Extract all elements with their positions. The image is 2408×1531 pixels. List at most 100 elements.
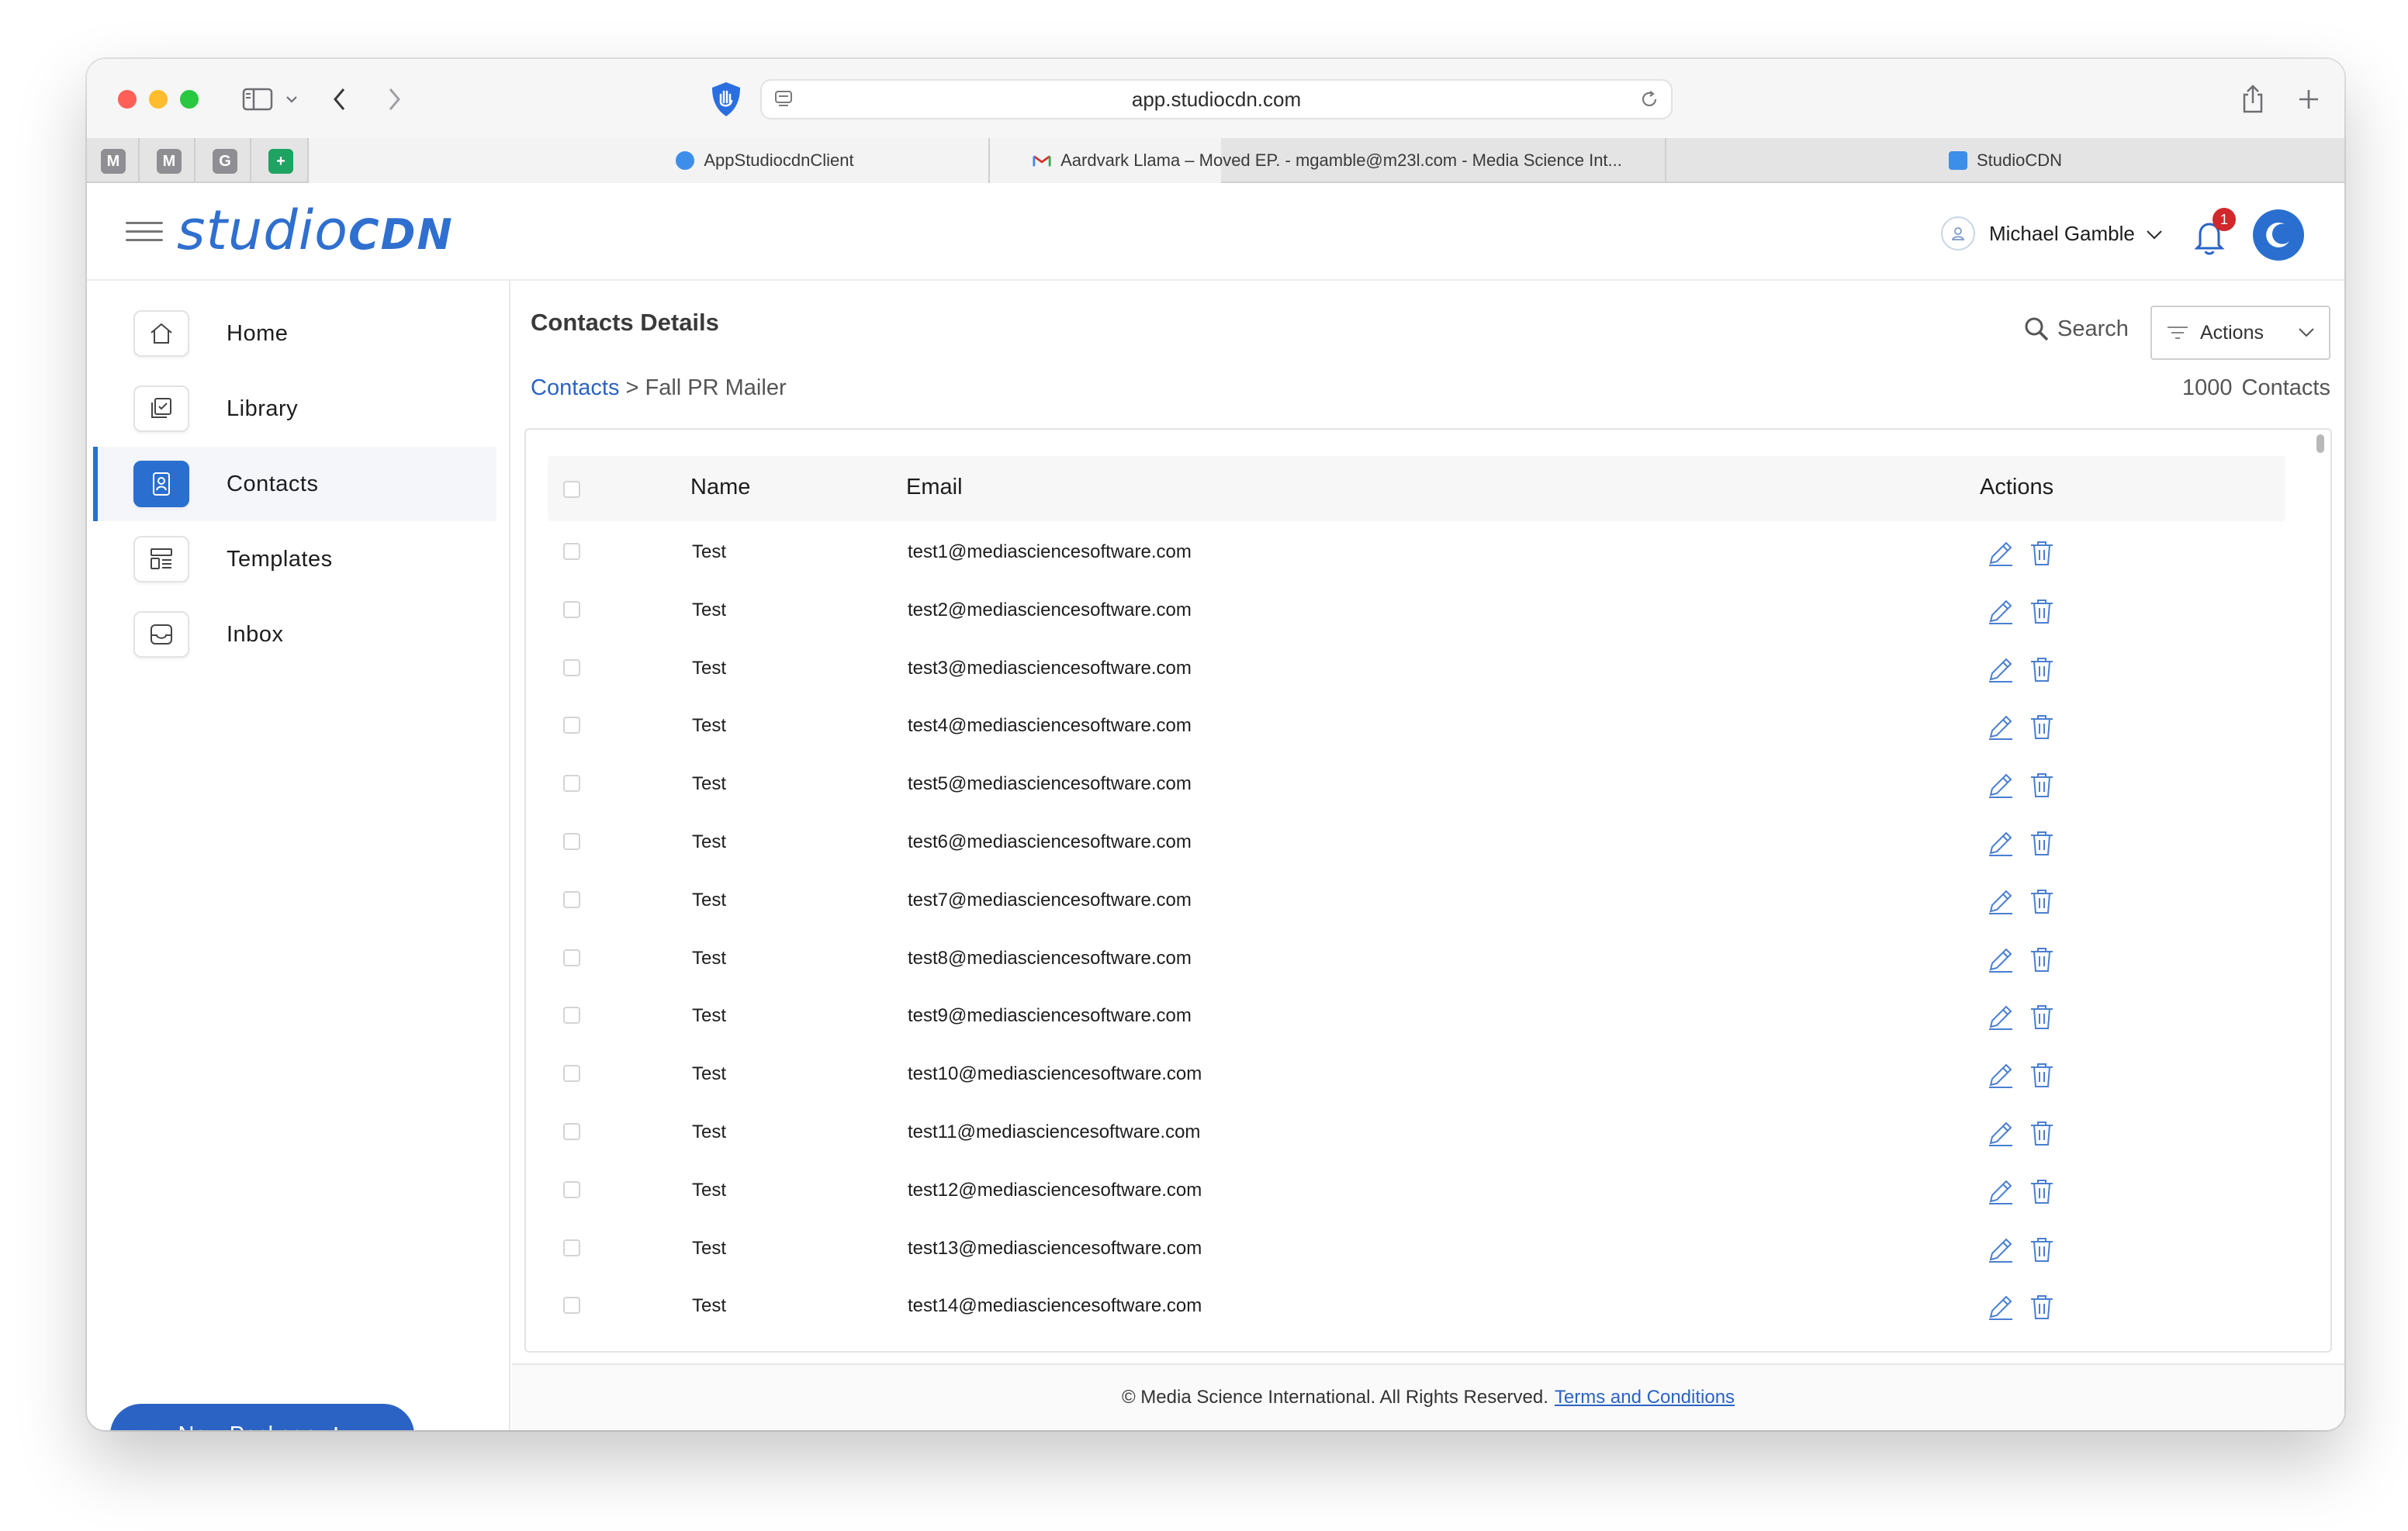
table-row[interactable]: Test test12@mediasciencesoftware.com: [548, 1164, 2285, 1222]
sidebar-item-label: Inbox: [227, 621, 284, 647]
trash-icon[interactable]: [2028, 596, 2056, 630]
trash-icon[interactable]: [2028, 1235, 2056, 1268]
search-button[interactable]: Search: [2023, 313, 2129, 344]
table-row[interactable]: Test test9@mediasciencesoftware.com: [548, 990, 2285, 1047]
trash-icon[interactable]: [2028, 886, 2056, 920]
trash-icon[interactable]: [2028, 712, 2056, 745]
select-all-checkbox[interactable]: [563, 481, 580, 498]
edit-icon[interactable]: [1986, 596, 2015, 630]
studiocdn-logo[interactable]: studio CDN: [177, 199, 454, 262]
edit-icon[interactable]: [1986, 828, 2015, 862]
back-icon[interactable]: [320, 79, 360, 119]
divider: [194, 138, 195, 183]
privacy-shield-icon[interactable]: [706, 79, 746, 119]
row-checkbox[interactable]: [563, 1007, 580, 1025]
edit-icon[interactable]: [1986, 1002, 2015, 1035]
table-row[interactable]: Test test2@mediasciencesoftware.com: [548, 584, 2285, 641]
trash-icon[interactable]: [2028, 538, 2056, 572]
menu-icon[interactable]: [126, 219, 163, 245]
trash-icon[interactable]: [2028, 1118, 2056, 1152]
trash-icon[interactable]: [2028, 1292, 2056, 1325]
table-row[interactable]: Test test4@mediasciencesoftware.com: [548, 700, 2285, 757]
edit-icon[interactable]: [1986, 1060, 2015, 1094]
trash-icon[interactable]: [2028, 1002, 2056, 1035]
row-checkbox[interactable]: [563, 1297, 580, 1315]
pinned-tab[interactable]: G: [213, 149, 237, 174]
row-checkbox[interactable]: [563, 1239, 580, 1256]
edit-icon[interactable]: [1986, 1118, 2015, 1152]
trash-icon[interactable]: [2028, 770, 2056, 804]
table-row[interactable]: Test test14@mediasciencesoftware.com: [548, 1280, 2285, 1337]
table-row[interactable]: Test test8@mediasciencesoftware.com: [548, 932, 2285, 990]
scrollbar-thumb[interactable]: [2316, 434, 2324, 453]
row-actions: [1986, 1292, 2056, 1325]
sidebar-item-templates[interactable]: Templates: [93, 522, 496, 596]
row-checkbox[interactable]: [563, 890, 580, 908]
row-checkbox[interactable]: [563, 717, 580, 734]
terms-link[interactable]: Terms and Conditions: [1555, 1387, 1735, 1408]
new-tab-icon[interactable]: [2289, 79, 2329, 119]
new-package-button[interactable]: New Package: [110, 1404, 414, 1430]
address-bar[interactable]: app.studiocdn.com: [760, 79, 1673, 119]
edit-icon[interactable]: [1986, 655, 2015, 688]
table-row[interactable]: Test test10@mediasciencesoftware.com: [548, 1048, 2285, 1105]
actions-dropdown[interactable]: Actions: [2150, 306, 2330, 360]
edit-icon[interactable]: [1986, 538, 2015, 572]
row-actions: [1986, 828, 2056, 862]
sidebar-item-contacts[interactable]: Contacts: [93, 447, 496, 521]
sidebar-item-inbox[interactable]: Inbox: [93, 597, 496, 672]
table-row[interactable]: Test test3@mediasciencesoftware.com: [548, 642, 2285, 700]
table-row[interactable]: Test test1@mediasciencesoftware.com: [548, 526, 2285, 583]
tab-studiocdn[interactable]: StudioCDN: [1666, 138, 2344, 183]
row-checkbox[interactable]: [563, 1065, 580, 1083]
pinned-tab[interactable]: M: [101, 149, 126, 174]
notifications-button[interactable]: 1: [2192, 208, 2236, 257]
row-actions: [1986, 596, 2056, 630]
share-icon[interactable]: [2233, 79, 2273, 119]
row-checkbox[interactable]: [563, 949, 580, 966]
table-row[interactable]: Test test11@mediasciencesoftware.com: [548, 1106, 2285, 1163]
edit-icon[interactable]: [1986, 712, 2015, 745]
zoom-window-button[interactable]: [180, 90, 199, 109]
close-window-button[interactable]: [118, 90, 137, 109]
row-checkbox[interactable]: [563, 1180, 580, 1198]
trash-icon[interactable]: [2028, 945, 2056, 978]
reload-icon[interactable]: [1638, 88, 1660, 116]
edit-icon[interactable]: [1986, 886, 2015, 920]
divider: [250, 138, 251, 183]
table-row[interactable]: Test test5@mediasciencesoftware.com: [548, 758, 2285, 815]
edit-icon[interactable]: [1986, 1235, 2015, 1268]
row-checkbox[interactable]: [563, 1123, 580, 1140]
user-menu[interactable]: Michael Gamble: [1941, 216, 2163, 251]
theme-toggle-button[interactable]: [2253, 209, 2304, 261]
row-checkbox[interactable]: [563, 833, 580, 850]
trash-icon[interactable]: [2028, 1177, 2056, 1210]
sidebar-toggle-icon[interactable]: [237, 79, 278, 119]
pinned-tab[interactable]: M: [157, 149, 182, 174]
forward-icon[interactable]: [374, 79, 414, 119]
pinned-tab[interactable]: +: [268, 149, 293, 174]
table-row[interactable]: Test test6@mediasciencesoftware.com: [548, 816, 2285, 873]
edit-icon[interactable]: [1986, 770, 2015, 804]
table-row[interactable]: Test test7@mediasciencesoftware.com: [548, 874, 2285, 931]
tab-overview-icon[interactable]: [2341, 79, 2344, 119]
trash-icon[interactable]: [2028, 828, 2056, 862]
browser-toolbar: app.studiocdn.com: [87, 59, 2344, 138]
tab-gmail[interactable]: Aardvark Llama – Moved EP. - mgamble@m23…: [990, 138, 1665, 183]
sidebar-item-home[interactable]: Home: [93, 296, 496, 371]
row-checkbox[interactable]: [563, 543, 580, 560]
minimize-window-button[interactable]: [149, 90, 168, 109]
edit-icon[interactable]: [1986, 945, 2015, 978]
edit-icon[interactable]: [1986, 1177, 2015, 1210]
trash-icon[interactable]: [2028, 655, 2056, 688]
row-checkbox[interactable]: [563, 775, 580, 793]
trash-icon[interactable]: [2028, 1060, 2056, 1094]
edit-icon[interactable]: [1986, 1292, 2015, 1325]
table-row[interactable]: Test test13@mediasciencesoftware.com: [548, 1222, 2285, 1280]
page-settings-icon[interactable]: [773, 88, 794, 116]
row-checkbox[interactable]: [563, 658, 580, 676]
breadcrumb-contacts-link[interactable]: Contacts: [531, 375, 619, 400]
sidebar-item-library[interactable]: Library: [93, 372, 496, 446]
row-checkbox[interactable]: [563, 600, 580, 618]
chevron-down-icon[interactable]: [279, 79, 304, 119]
